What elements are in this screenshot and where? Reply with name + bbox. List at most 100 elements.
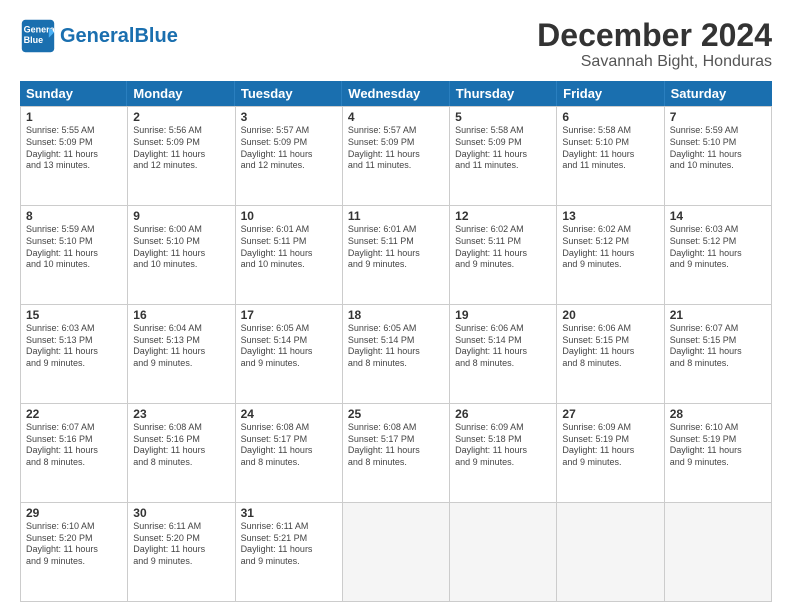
calendar-cell: 26Sunrise: 6:09 AM Sunset: 5:18 PM Dayli… (450, 404, 557, 502)
day-number: 6 (562, 110, 658, 124)
day-number: 17 (241, 308, 337, 322)
svg-text:Blue: Blue (24, 35, 44, 45)
day-info: Sunrise: 6:06 AM Sunset: 5:15 PM Dayligh… (562, 323, 658, 370)
calendar-body: 1Sunrise: 5:55 AM Sunset: 5:09 PM Daylig… (20, 106, 772, 602)
month-title: December 2024 (537, 18, 772, 53)
day-info: Sunrise: 6:08 AM Sunset: 5:17 PM Dayligh… (241, 422, 337, 469)
calendar-cell: 14Sunrise: 6:03 AM Sunset: 5:12 PM Dayli… (665, 206, 772, 304)
calendar-cell: 13Sunrise: 6:02 AM Sunset: 5:12 PM Dayli… (557, 206, 664, 304)
calendar-cell: 11Sunrise: 6:01 AM Sunset: 5:11 PM Dayli… (343, 206, 450, 304)
location-title: Savannah Bight, Honduras (537, 53, 772, 71)
day-info: Sunrise: 6:11 AM Sunset: 5:20 PM Dayligh… (133, 521, 229, 568)
calendar-cell: 3Sunrise: 5:57 AM Sunset: 5:09 PM Daylig… (236, 107, 343, 205)
day-number: 23 (133, 407, 229, 421)
day-number: 11 (348, 209, 444, 223)
day-number: 4 (348, 110, 444, 124)
calendar-row: 29Sunrise: 6:10 AM Sunset: 5:20 PM Dayli… (21, 503, 772, 602)
day-info: Sunrise: 6:11 AM Sunset: 5:21 PM Dayligh… (241, 521, 337, 568)
day-info: Sunrise: 5:58 AM Sunset: 5:09 PM Dayligh… (455, 125, 551, 172)
day-info: Sunrise: 5:58 AM Sunset: 5:10 PM Dayligh… (562, 125, 658, 172)
day-info: Sunrise: 6:09 AM Sunset: 5:19 PM Dayligh… (562, 422, 658, 469)
day-number: 10 (241, 209, 337, 223)
calendar-cell (450, 503, 557, 601)
calendar-cell: 28Sunrise: 6:10 AM Sunset: 5:19 PM Dayli… (665, 404, 772, 502)
calendar-header-cell: Wednesday (342, 81, 449, 106)
calendar-cell: 8Sunrise: 5:59 AM Sunset: 5:10 PM Daylig… (21, 206, 128, 304)
day-number: 3 (241, 110, 337, 124)
calendar-cell: 2Sunrise: 5:56 AM Sunset: 5:09 PM Daylig… (128, 107, 235, 205)
title-block: December 2024 Savannah Bight, Honduras (537, 18, 772, 71)
day-number: 2 (133, 110, 229, 124)
day-number: 22 (26, 407, 122, 421)
day-info: Sunrise: 6:05 AM Sunset: 5:14 PM Dayligh… (241, 323, 337, 370)
calendar-row: 15Sunrise: 6:03 AM Sunset: 5:13 PM Dayli… (21, 305, 772, 404)
day-info: Sunrise: 6:07 AM Sunset: 5:15 PM Dayligh… (670, 323, 766, 370)
day-info: Sunrise: 5:57 AM Sunset: 5:09 PM Dayligh… (241, 125, 337, 172)
day-number: 7 (670, 110, 766, 124)
calendar-cell: 19Sunrise: 6:06 AM Sunset: 5:14 PM Dayli… (450, 305, 557, 403)
calendar-cell: 30Sunrise: 6:11 AM Sunset: 5:20 PM Dayli… (128, 503, 235, 601)
day-number: 15 (26, 308, 122, 322)
day-info: Sunrise: 5:57 AM Sunset: 5:09 PM Dayligh… (348, 125, 444, 172)
day-number: 26 (455, 407, 551, 421)
day-info: Sunrise: 6:09 AM Sunset: 5:18 PM Dayligh… (455, 422, 551, 469)
calendar-cell: 22Sunrise: 6:07 AM Sunset: 5:16 PM Dayli… (21, 404, 128, 502)
calendar-header-cell: Friday (557, 81, 664, 106)
day-info: Sunrise: 6:02 AM Sunset: 5:11 PM Dayligh… (455, 224, 551, 271)
day-info: Sunrise: 6:01 AM Sunset: 5:11 PM Dayligh… (348, 224, 444, 271)
calendar-cell: 16Sunrise: 6:04 AM Sunset: 5:13 PM Dayli… (128, 305, 235, 403)
calendar-header-cell: Thursday (450, 81, 557, 106)
day-info: Sunrise: 6:08 AM Sunset: 5:17 PM Dayligh… (348, 422, 444, 469)
calendar-cell: 21Sunrise: 6:07 AM Sunset: 5:15 PM Dayli… (665, 305, 772, 403)
calendar-cell: 27Sunrise: 6:09 AM Sunset: 5:19 PM Dayli… (557, 404, 664, 502)
day-info: Sunrise: 6:04 AM Sunset: 5:13 PM Dayligh… (133, 323, 229, 370)
day-number: 5 (455, 110, 551, 124)
calendar-cell: 24Sunrise: 6:08 AM Sunset: 5:17 PM Dayli… (236, 404, 343, 502)
calendar-header-cell: Monday (127, 81, 234, 106)
day-number: 25 (348, 407, 444, 421)
calendar-cell (665, 503, 772, 601)
logo: General Blue General Blue (20, 18, 178, 54)
calendar-header: SundayMondayTuesdayWednesdayThursdayFrid… (20, 81, 772, 106)
day-info: Sunrise: 6:02 AM Sunset: 5:12 PM Dayligh… (562, 224, 658, 271)
calendar-cell: 6Sunrise: 5:58 AM Sunset: 5:10 PM Daylig… (557, 107, 664, 205)
calendar-row: 1Sunrise: 5:55 AM Sunset: 5:09 PM Daylig… (21, 107, 772, 206)
calendar-cell: 12Sunrise: 6:02 AM Sunset: 5:11 PM Dayli… (450, 206, 557, 304)
day-info: Sunrise: 6:10 AM Sunset: 5:19 PM Dayligh… (670, 422, 766, 469)
day-info: Sunrise: 5:59 AM Sunset: 5:10 PM Dayligh… (670, 125, 766, 172)
day-info: Sunrise: 5:56 AM Sunset: 5:09 PM Dayligh… (133, 125, 229, 172)
day-info: Sunrise: 6:08 AM Sunset: 5:16 PM Dayligh… (133, 422, 229, 469)
logo-icon: General Blue (20, 18, 56, 54)
day-number: 21 (670, 308, 766, 322)
calendar-cell: 17Sunrise: 6:05 AM Sunset: 5:14 PM Dayli… (236, 305, 343, 403)
day-number: 14 (670, 209, 766, 223)
day-number: 27 (562, 407, 658, 421)
calendar-cell: 9Sunrise: 6:00 AM Sunset: 5:10 PM Daylig… (128, 206, 235, 304)
calendar-cell (343, 503, 450, 601)
day-number: 24 (241, 407, 337, 421)
calendar-cell: 15Sunrise: 6:03 AM Sunset: 5:13 PM Dayli… (21, 305, 128, 403)
calendar-cell: 20Sunrise: 6:06 AM Sunset: 5:15 PM Dayli… (557, 305, 664, 403)
day-number: 9 (133, 209, 229, 223)
day-number: 30 (133, 506, 229, 520)
calendar-cell (557, 503, 664, 601)
day-number: 31 (241, 506, 337, 520)
day-number: 28 (670, 407, 766, 421)
day-info: Sunrise: 6:05 AM Sunset: 5:14 PM Dayligh… (348, 323, 444, 370)
calendar-cell: 4Sunrise: 5:57 AM Sunset: 5:09 PM Daylig… (343, 107, 450, 205)
day-info: Sunrise: 5:59 AM Sunset: 5:10 PM Dayligh… (26, 224, 122, 271)
calendar-header-cell: Tuesday (235, 81, 342, 106)
day-info: Sunrise: 6:03 AM Sunset: 5:12 PM Dayligh… (670, 224, 766, 271)
calendar-cell: 23Sunrise: 6:08 AM Sunset: 5:16 PM Dayli… (128, 404, 235, 502)
day-info: Sunrise: 6:01 AM Sunset: 5:11 PM Dayligh… (241, 224, 337, 271)
calendar-row: 22Sunrise: 6:07 AM Sunset: 5:16 PM Dayli… (21, 404, 772, 503)
logo-general: General (60, 25, 134, 47)
calendar-cell: 29Sunrise: 6:10 AM Sunset: 5:20 PM Dayli… (21, 503, 128, 601)
page: General Blue General Blue December 2024 S… (0, 0, 792, 612)
calendar: SundayMondayTuesdayWednesdayThursdayFrid… (20, 81, 772, 602)
day-info: Sunrise: 6:03 AM Sunset: 5:13 PM Dayligh… (26, 323, 122, 370)
day-number: 12 (455, 209, 551, 223)
calendar-cell: 25Sunrise: 6:08 AM Sunset: 5:17 PM Dayli… (343, 404, 450, 502)
calendar-cell: 31Sunrise: 6:11 AM Sunset: 5:21 PM Dayli… (236, 503, 343, 601)
day-number: 1 (26, 110, 122, 124)
